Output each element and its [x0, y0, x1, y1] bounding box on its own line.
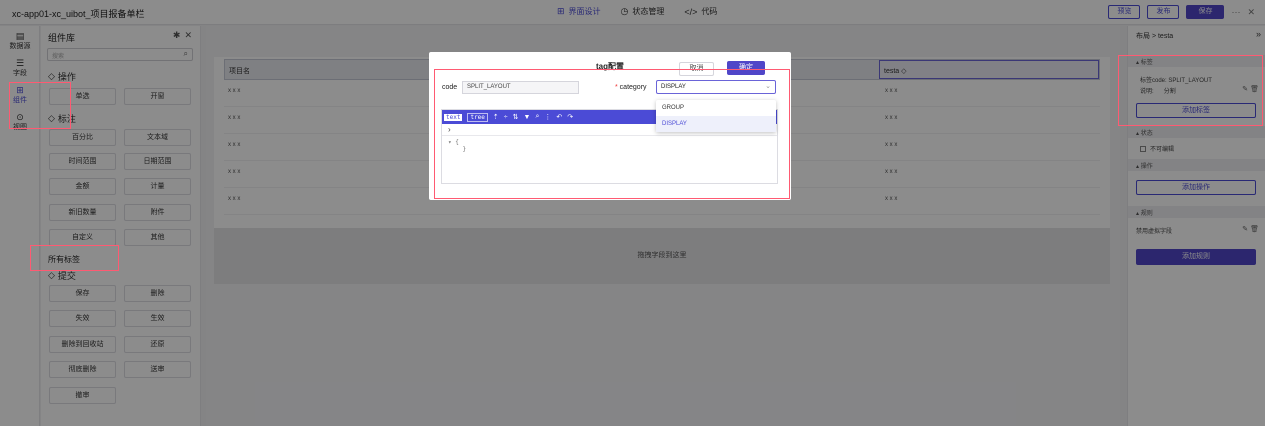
annotation-box: [30, 245, 119, 271]
annotation-box: [1118, 55, 1263, 126]
annotation-box: [434, 69, 790, 199]
annotation-box: [9, 82, 71, 129]
